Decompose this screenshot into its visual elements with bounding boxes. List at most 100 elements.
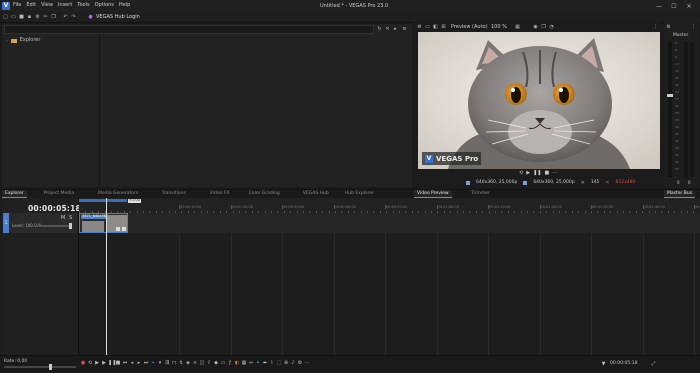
video-clip[interactable]: 3871_640x360: [79, 213, 128, 233]
settings-icon[interactable]: ⚙: [34, 13, 41, 20]
split-icon[interactable]: ⫽: [206, 361, 212, 368]
tab-video-preview[interactable]: Video Preview: [414, 190, 452, 198]
track-mute-button[interactable]: M: [61, 216, 65, 221]
play-icon[interactable]: ▸: [392, 25, 399, 32]
open-icon[interactable]: ▭: [10, 13, 17, 20]
cut-icon[interactable]: ✂: [42, 13, 49, 20]
up-folder-icon[interactable]: ↻: [376, 25, 383, 32]
clip-fx-icon[interactable]: [116, 227, 120, 231]
play-icon[interactable]: ▶: [526, 171, 530, 178]
tab-video-fx[interactable]: Video FX: [207, 190, 233, 197]
master-fader[interactable]: [668, 42, 672, 177]
preview-quality-select[interactable]: Preview (Auto): [451, 25, 488, 30]
copy-icon[interactable]: ❐: [50, 13, 57, 20]
menu-item-file[interactable]: File: [13, 3, 21, 10]
gear-icon[interactable]: ⚙: [416, 23, 423, 30]
zoom-icon[interactable]: ⊕: [283, 361, 289, 368]
fx-icon[interactable]: ƒ: [227, 361, 233, 368]
render-icon[interactable]: ▪: [26, 13, 33, 20]
grid-icon[interactable]: ▦: [241, 361, 247, 368]
timeline-canvas[interactable]: +1:00 00:00:10:0000:00:20:0000:00:30:000…: [79, 198, 700, 355]
grid-icon[interactable]: ▦: [514, 23, 521, 30]
delete-icon[interactable]: ✕: [384, 25, 391, 32]
pan-icon[interactable]: ⬌: [262, 361, 268, 368]
menu-item-edit[interactable]: Edit: [26, 3, 36, 10]
lock-envelopes-icon[interactable]: ◈: [185, 361, 191, 368]
stop-icon[interactable]: ■: [544, 171, 549, 178]
loop-region[interactable]: [79, 199, 127, 202]
audio-icon[interactable]: ♪: [290, 361, 296, 368]
tab-color-grading[interactable]: Color Grading: [246, 190, 283, 197]
fader-handle[interactable]: [667, 94, 673, 97]
next-frame-icon[interactable]: ▸: [136, 361, 142, 368]
event-fx-icon[interactable]: ✦: [255, 361, 261, 368]
more-icon[interactable]: ⋮: [652, 23, 659, 30]
tab-vegas-hub[interactable]: VEGAS Hub: [300, 190, 332, 197]
close-button[interactable]: ✕: [684, 2, 694, 10]
menu-item-tools[interactable]: Tools: [77, 3, 89, 10]
minimize-button[interactable]: —: [654, 2, 664, 10]
clip-crop-icon[interactable]: [122, 227, 126, 231]
region-icon[interactable]: ▭: [220, 361, 226, 368]
go-to-end-icon[interactable]: ⏭: [143, 361, 149, 368]
loop-icon[interactable]: ⟲: [519, 171, 523, 178]
time-ruler[interactable]: +1:00 00:00:10:0000:00:20:0000:00:30:000…: [79, 198, 700, 213]
track-lane[interactable]: 3871_640x360: [79, 213, 700, 233]
envelope-icon[interactable]: ⌇: [269, 361, 275, 368]
tab-master-bus[interactable]: Master Bus: [664, 190, 695, 198]
hub-login-link[interactable]: VEGAS Hub Login: [96, 15, 140, 20]
undo-icon[interactable]: ↶: [62, 13, 69, 20]
track-header[interactable]: 1 M S Level: 100.0 %: [3, 213, 77, 233]
snapshot-icon[interactable]: ◉: [532, 23, 539, 30]
play-icon[interactable]: ▶: [101, 361, 107, 368]
tab-transitions[interactable]: Transitions: [159, 190, 189, 197]
track-level-slider[interactable]: [37, 225, 71, 227]
markers-icon[interactable]: ◆: [213, 361, 219, 368]
preview-zoom-select[interactable]: 100 %: [491, 25, 507, 30]
menu-item-view[interactable]: View: [41, 3, 53, 10]
split-screen-icon[interactable]: ◧: [432, 23, 439, 30]
normal-edit-icon[interactable]: ▾: [157, 361, 163, 368]
play-from-start-icon[interactable]: ▶: [94, 361, 100, 368]
views-icon[interactable]: ≡: [401, 25, 408, 32]
extra-icon[interactable]: ⋯: [304, 361, 310, 368]
snap-icon[interactable]: ⊓: [171, 361, 177, 368]
stop-icon[interactable]: ■: [115, 361, 121, 368]
crossfade-icon[interactable]: ⨯: [192, 361, 198, 368]
tab-explorer[interactable]: Explorer: [2, 190, 27, 198]
pause-icon[interactable]: ❚❚: [533, 171, 541, 178]
menu-item-options[interactable]: Options: [95, 3, 114, 10]
ripple-icon[interactable]: ⇶: [164, 361, 170, 368]
color-icon[interactable]: ◐: [234, 361, 240, 368]
ripple-all-icon[interactable]: ⇔: [248, 361, 254, 368]
master-settings-icon[interactable]: ⚙: [665, 23, 672, 30]
maximize-button[interactable]: ☐: [669, 2, 679, 10]
menu-item-insert[interactable]: Insert: [58, 3, 72, 10]
menu-item-help[interactable]: Help: [119, 3, 130, 10]
copy-snapshot-icon[interactable]: ❐: [540, 23, 547, 30]
overlay-icon[interactable]: ⊞: [440, 23, 447, 30]
record-icon[interactable]: ●: [80, 361, 86, 368]
previous-frame-icon[interactable]: ◂: [129, 361, 135, 368]
tab-project-media[interactable]: Project Media: [41, 190, 77, 197]
tab-trimmer[interactable]: Trimmer: [468, 190, 493, 197]
tab-hub-explorer[interactable]: Hub Explorer: [342, 190, 377, 197]
scopes-icon[interactable]: ◔: [548, 23, 555, 30]
selection-icon[interactable]: ⬚: [276, 361, 282, 368]
settings-icon[interactable]: ⚙: [297, 361, 303, 368]
rate-slider[interactable]: [4, 366, 76, 368]
explorer-tree-item[interactable]: › Explorer: [6, 37, 40, 44]
tab-media-generators[interactable]: Media Generators: [95, 190, 141, 197]
trim-icon[interactable]: ◫: [199, 361, 205, 368]
edit-tool-icon[interactable]: ⌖: [150, 361, 156, 368]
go-to-start-icon[interactable]: ⏮: [122, 361, 128, 368]
loop-icon[interactable]: ⟲: [87, 361, 93, 368]
expand-icon[interactable]: ⤢: [650, 360, 657, 367]
save-icon[interactable]: ■: [18, 13, 25, 20]
redo-icon[interactable]: ↷: [70, 13, 77, 20]
explorer-address-bar[interactable]: [4, 25, 374, 34]
pause-icon[interactable]: ❚❚: [108, 361, 114, 368]
external-monitor-icon[interactable]: ▭: [424, 23, 431, 30]
playhead[interactable]: [106, 198, 107, 355]
track-solo-button[interactable]: S: [69, 216, 72, 221]
